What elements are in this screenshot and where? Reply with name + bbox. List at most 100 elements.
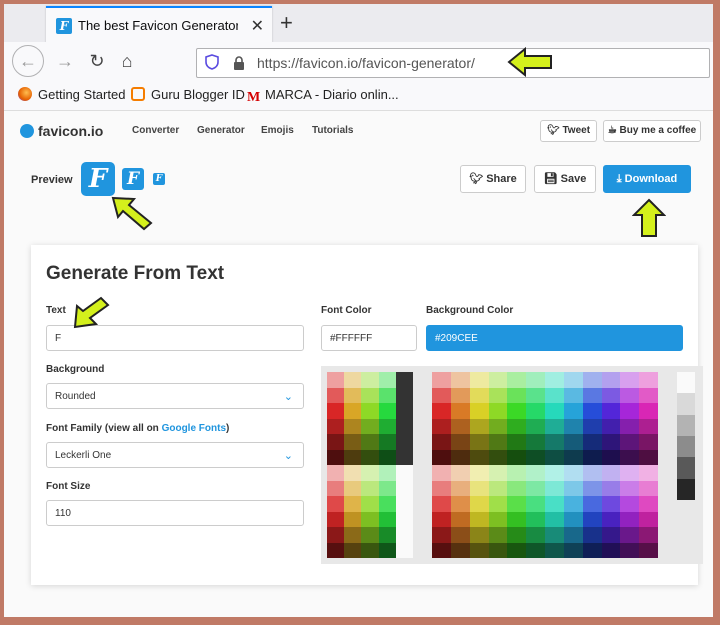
- color-swatch[interactable]: [395, 511, 413, 527]
- color-swatch[interactable]: [432, 449, 451, 465]
- home-button[interactable]: ⌂: [112, 46, 142, 76]
- buy-coffee-button[interactable]: ☕︎ Buy me a coffee: [603, 120, 701, 142]
- color-swatch[interactable]: [601, 542, 621, 558]
- color-swatch[interactable]: [507, 465, 527, 481]
- color-swatch[interactable]: [582, 480, 602, 496]
- color-swatch[interactable]: [563, 418, 583, 434]
- color-swatch[interactable]: [327, 511, 345, 527]
- color-swatch[interactable]: [545, 403, 564, 419]
- color-swatch[interactable]: [620, 403, 640, 419]
- color-swatch[interactable]: [327, 496, 345, 512]
- font-color-input[interactable]: #FFFFFF: [321, 325, 417, 351]
- color-swatch[interactable]: [327, 465, 345, 481]
- reload-button[interactable]: ↻: [82, 46, 112, 76]
- color-swatch[interactable]: [327, 542, 345, 558]
- color-swatch[interactable]: [526, 496, 545, 512]
- color-swatch[interactable]: [395, 387, 413, 403]
- color-swatch[interactable]: [563, 387, 583, 403]
- color-swatch[interactable]: [582, 511, 602, 527]
- color-swatch[interactable]: [344, 434, 362, 450]
- color-swatch[interactable]: [526, 480, 545, 496]
- color-swatch[interactable]: [677, 436, 695, 458]
- color-swatch[interactable]: [526, 465, 545, 481]
- color-swatch[interactable]: [601, 511, 621, 527]
- color-swatch[interactable]: [361, 418, 379, 434]
- color-swatch[interactable]: [344, 418, 362, 434]
- color-swatch[interactable]: [395, 403, 413, 419]
- color-swatch[interactable]: [378, 449, 396, 465]
- color-swatch[interactable]: [639, 527, 658, 543]
- color-swatch[interactable]: [450, 403, 470, 419]
- color-swatch[interactable]: [327, 480, 345, 496]
- color-swatch[interactable]: [361, 480, 379, 496]
- color-swatch[interactable]: [563, 496, 583, 512]
- color-swatch[interactable]: [677, 414, 695, 436]
- color-swatch[interactable]: [327, 372, 345, 388]
- color-swatch[interactable]: [601, 465, 621, 481]
- color-swatch[interactable]: [507, 480, 527, 496]
- color-swatch[interactable]: [507, 372, 527, 388]
- color-swatch[interactable]: [545, 434, 564, 450]
- color-swatch[interactable]: [507, 511, 527, 527]
- color-swatch[interactable]: [395, 372, 413, 388]
- color-swatch[interactable]: [601, 449, 621, 465]
- nav-converter[interactable]: Converter: [132, 125, 179, 136]
- color-swatch[interactable]: [432, 418, 451, 434]
- color-swatch[interactable]: [601, 418, 621, 434]
- color-swatch[interactable]: [488, 449, 508, 465]
- color-swatch[interactable]: [545, 511, 564, 527]
- color-swatch[interactable]: [639, 418, 658, 434]
- color-swatch[interactable]: [395, 496, 413, 512]
- color-swatch[interactable]: [469, 542, 489, 558]
- site-logo[interactable]: favicon.io: [20, 123, 103, 139]
- color-swatch[interactable]: [526, 542, 545, 558]
- browser-tab[interactable]: F The best Favicon Generator (co ✕: [46, 6, 272, 44]
- color-swatch[interactable]: [526, 403, 545, 419]
- color-swatch[interactable]: [450, 511, 470, 527]
- color-swatch[interactable]: [469, 372, 489, 388]
- color-swatch[interactable]: [488, 372, 508, 388]
- color-swatch[interactable]: [361, 434, 379, 450]
- color-swatch[interactable]: [361, 372, 379, 388]
- color-swatch[interactable]: [507, 542, 527, 558]
- color-swatch[interactable]: [450, 372, 470, 388]
- color-swatch[interactable]: [582, 527, 602, 543]
- color-swatch[interactable]: [344, 465, 362, 481]
- color-swatch[interactable]: [639, 542, 658, 558]
- color-swatch[interactable]: [432, 372, 451, 388]
- color-swatch[interactable]: [563, 527, 583, 543]
- color-swatch[interactable]: [563, 449, 583, 465]
- color-swatch[interactable]: [469, 418, 489, 434]
- color-swatch[interactable]: [378, 480, 396, 496]
- color-swatch[interactable]: [639, 372, 658, 388]
- color-swatch[interactable]: [432, 387, 451, 403]
- bookmark-getting-started[interactable]: Getting Started: [18, 87, 125, 102]
- color-swatch[interactable]: [620, 527, 640, 543]
- color-swatch[interactable]: [469, 511, 489, 527]
- color-swatch[interactable]: [450, 527, 470, 543]
- color-swatch[interactable]: [620, 480, 640, 496]
- color-swatch[interactable]: [639, 511, 658, 527]
- color-swatch[interactable]: [344, 527, 362, 543]
- color-swatch[interactable]: [344, 480, 362, 496]
- color-swatch[interactable]: [469, 403, 489, 419]
- color-swatch[interactable]: [450, 496, 470, 512]
- color-swatch[interactable]: [395, 418, 413, 434]
- save-button[interactable]: 💾︎ Save: [534, 165, 596, 193]
- color-swatch[interactable]: [563, 542, 583, 558]
- color-swatch[interactable]: [545, 465, 564, 481]
- color-swatch[interactable]: [450, 418, 470, 434]
- color-swatch[interactable]: [378, 418, 396, 434]
- color-swatch[interactable]: [488, 434, 508, 450]
- color-swatch[interactable]: [582, 387, 602, 403]
- color-swatch[interactable]: [677, 372, 695, 394]
- color-swatch[interactable]: [432, 511, 451, 527]
- color-swatch[interactable]: [507, 527, 527, 543]
- color-swatch[interactable]: [344, 496, 362, 512]
- color-swatch[interactable]: [361, 511, 379, 527]
- bg-color-input[interactable]: #209CEE: [426, 325, 683, 351]
- color-swatch[interactable]: [507, 449, 527, 465]
- color-swatch[interactable]: [620, 372, 640, 388]
- color-swatch[interactable]: [450, 434, 470, 450]
- color-swatch[interactable]: [563, 511, 583, 527]
